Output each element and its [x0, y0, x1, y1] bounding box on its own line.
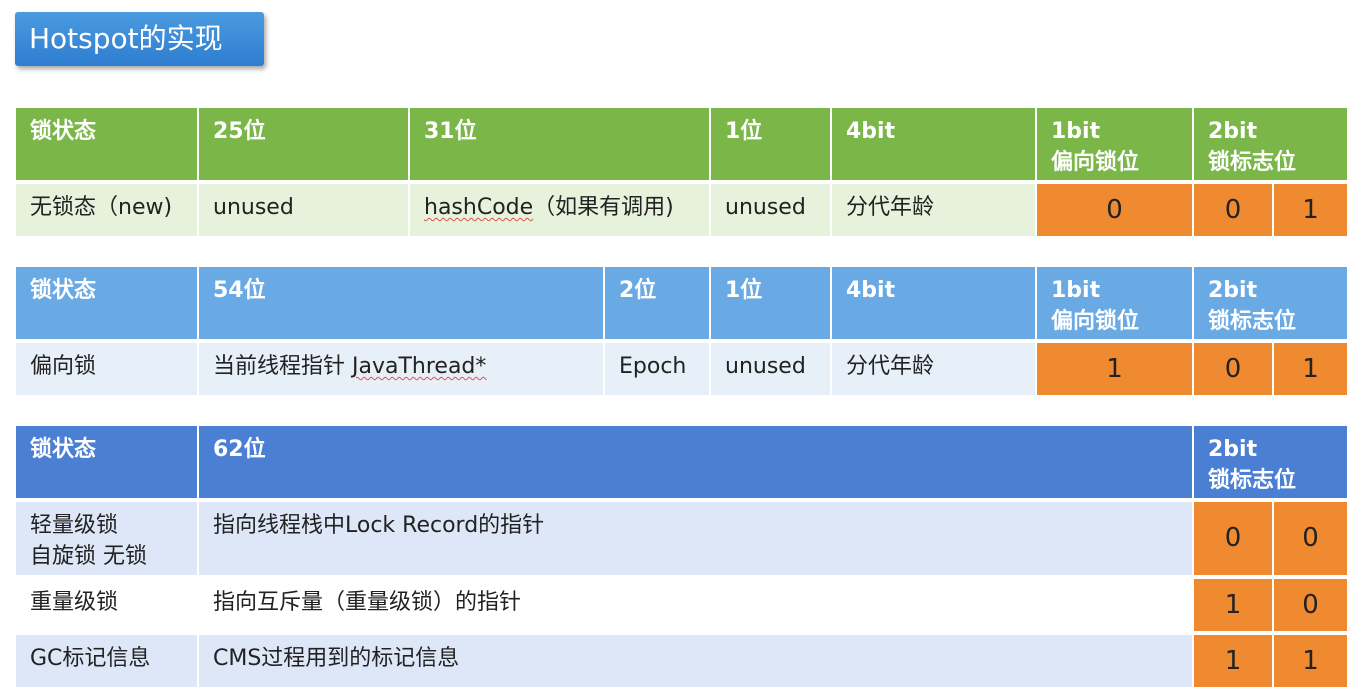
- header-flag-bits: 2bit 锁标志位: [1194, 426, 1347, 498]
- header-flag-bits: 2bit 锁标志位: [1194, 267, 1347, 339]
- slide-title: Hotspot的实现: [15, 12, 264, 66]
- cell-1bit: unused: [711, 343, 830, 395]
- header-25bit: 25位: [199, 108, 408, 180]
- thread-pointer-text: 当前线程指针: [213, 354, 352, 379]
- cell-flag-1: 0: [1194, 502, 1272, 575]
- header-62bit: 62位: [199, 426, 1192, 498]
- cell-flag-2: 0: [1274, 579, 1347, 631]
- header-1bit: 1位: [711, 267, 830, 339]
- cell-flag-2: 1: [1274, 343, 1347, 395]
- cell-state-gc: GC标记信息: [16, 635, 197, 687]
- cell-age: 分代年龄: [832, 343, 1035, 395]
- header-lock-state: 锁状态: [16, 108, 197, 180]
- header-31bit: 31位: [410, 108, 709, 180]
- cell-state: 偏向锁: [16, 343, 197, 395]
- hashcode-text: hashCode: [424, 195, 534, 220]
- cell-54bit: 当前线程指针 JavaThread*: [199, 343, 603, 395]
- cell-state: 无锁态（new): [16, 184, 197, 236]
- cell-1bit: unused: [711, 184, 830, 236]
- javathread-text: JavaThread*: [352, 354, 487, 379]
- cell-biased: 0: [1037, 184, 1192, 236]
- header-4bit: 4bit: [832, 108, 1035, 180]
- cell-desc-gc: CMS过程用到的标记信息: [199, 635, 1192, 687]
- header-flag-bits: 2bit 锁标志位: [1194, 108, 1347, 180]
- cell-flag-2: 1: [1274, 184, 1347, 236]
- cell-state-heavyweight: 重量级锁: [16, 579, 197, 631]
- header-4bit: 4bit: [832, 267, 1035, 339]
- cell-flag-1: 0: [1194, 343, 1272, 395]
- header-lock-state: 锁状态: [16, 267, 197, 339]
- hashcode-note: （如果有调用): [533, 195, 674, 220]
- cell-31bit: hashCode（如果有调用): [410, 184, 709, 236]
- cell-flag-1: 1: [1194, 635, 1272, 687]
- cell-epoch: Epoch: [605, 343, 709, 395]
- cell-flag-1: 1: [1194, 579, 1272, 631]
- cell-25bit: unused: [199, 184, 408, 236]
- header-2bit: 2位: [605, 267, 709, 339]
- cell-age: 分代年龄: [832, 184, 1035, 236]
- cell-desc-lightweight: 指向线程栈中Lock Record的指针: [199, 502, 1192, 575]
- cell-state-lightweight: 轻量级锁 自旋锁 无锁: [16, 502, 197, 575]
- header-54bit: 54位: [199, 267, 603, 339]
- cell-flag-1: 0: [1194, 184, 1272, 236]
- cell-biased: 1: [1037, 343, 1192, 395]
- header-biased-bit: 1bit 偏向锁位: [1037, 267, 1192, 339]
- cell-flag-2: 1: [1274, 635, 1347, 687]
- cell-flag-2: 0: [1274, 502, 1347, 575]
- header-biased-bit: 1bit 偏向锁位: [1037, 108, 1192, 180]
- header-lock-state: 锁状态: [16, 426, 197, 498]
- cell-desc-heavyweight: 指向互斥量（重量级锁）的指针: [199, 579, 1192, 631]
- header-1bit: 1位: [711, 108, 830, 180]
